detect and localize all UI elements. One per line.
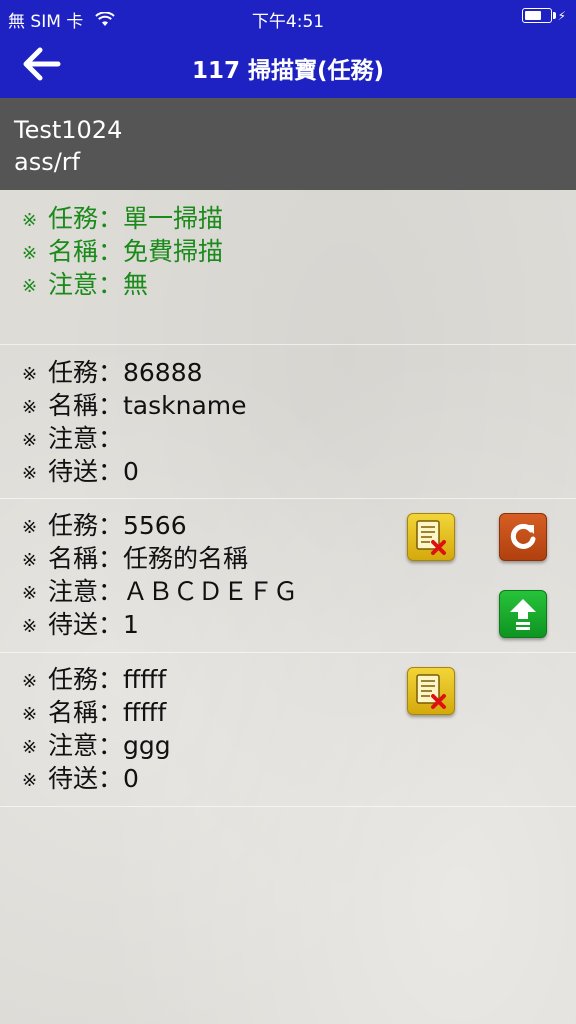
nav-bar: 117 掃描寶(任務) <box>0 34 576 98</box>
divider <box>0 344 576 345</box>
top-bar: 無 SIM 卡 下午4:51 ⚡ 117 掃描寶(任務) <box>0 0 576 98</box>
status-time: 下午4:51 <box>251 12 325 32</box>
task-note: ※ 注意：ＡＢＣＤＥＦＧ <box>22 577 299 606</box>
task-name: ※ 名稱：taskname <box>22 391 247 420</box>
account-bar: Test1024 ass/rf <box>0 98 576 190</box>
task-pending: ※ 待送：0 <box>22 764 139 793</box>
battery-icon <box>521 8 556 23</box>
task-note: ※ 注意：ggg <box>22 731 171 760</box>
page-title: 117 掃描寶(任務) <box>191 58 385 84</box>
refresh-task-button[interactable] <box>499 513 547 561</box>
delete-task-button[interactable] <box>407 513 455 561</box>
delete-task-button[interactable] <box>407 667 455 715</box>
task-name: ※ 名稱：fffff <box>22 698 167 727</box>
refresh-icon <box>510 523 536 549</box>
summary-note: ※ 注意：無 <box>22 270 149 299</box>
charging-icon: ⚡ <box>557 8 566 23</box>
delete-list-icon <box>416 520 446 555</box>
task-item[interactable]: ※ 任務：5566 ※ 名稱：任務的名稱 ※ 注意：ＡＢＣＤＥＦＧ ※ 待送：1 <box>22 509 298 641</box>
account-name: Test1024 <box>14 116 123 144</box>
task-item[interactable]: ※ 任務：86888 ※ 名稱：taskname ※ 注意： ※ 待送：0 <box>22 356 247 488</box>
delete-list-icon <box>416 674 446 709</box>
task-id: ※ 任務：86888 <box>22 358 203 387</box>
task-id: ※ 任務：fffff <box>22 665 167 694</box>
upload-task-button[interactable] <box>499 590 547 638</box>
task-id: ※ 任務：5566 <box>22 511 187 540</box>
upload-icon <box>510 599 536 630</box>
divider <box>0 498 576 499</box>
task-pending: ※ 待送：1 <box>22 610 139 639</box>
status-battery: ⚡ <box>521 8 566 23</box>
divider <box>0 652 576 653</box>
summary-name: ※ 名稱：免費掃描 <box>22 237 224 266</box>
account-path: ass/rf <box>14 148 81 176</box>
task-name: ※ 名稱：任務的名稱 <box>22 544 249 573</box>
summary-task: ※ 任務：單一掃描 <box>22 204 224 233</box>
task-pending: ※ 待送：0 <box>22 457 139 486</box>
task-note: ※ 注意： <box>22 424 124 453</box>
divider <box>0 806 576 807</box>
summary-block: ※ 任務：單一掃描 ※ 名稱：免費掃描 ※ 注意：無 <box>22 202 223 301</box>
status-bar: 無 SIM 卡 下午4:51 ⚡ <box>0 0 576 34</box>
task-item[interactable]: ※ 任務：fffff ※ 名稱：fffff ※ 注意：ggg ※ 待送：0 <box>22 663 171 795</box>
